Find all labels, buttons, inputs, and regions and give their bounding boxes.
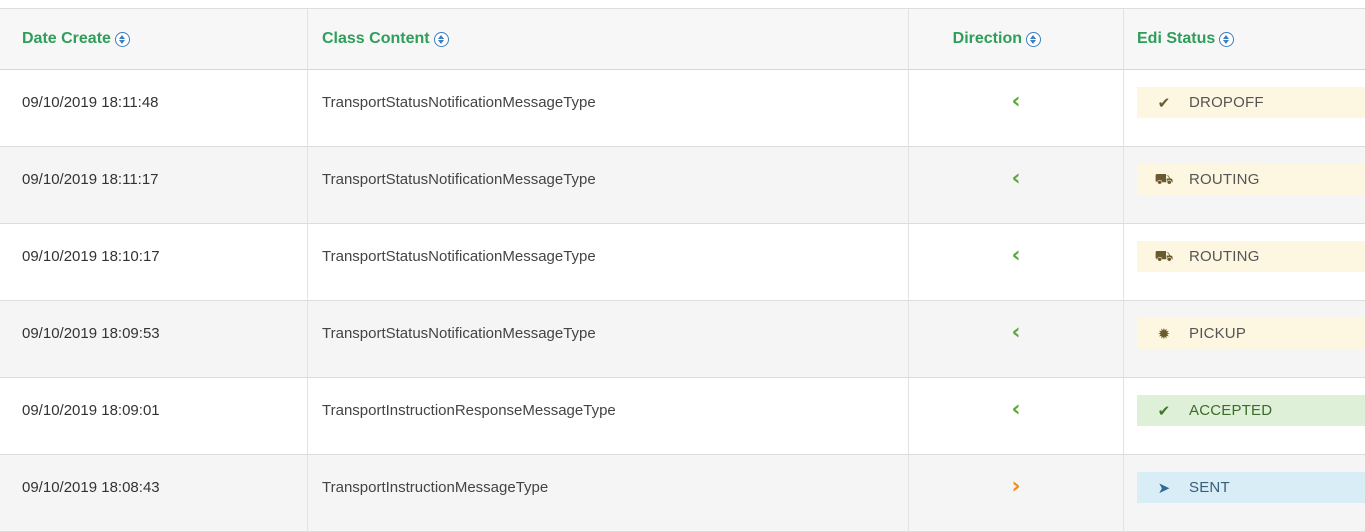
sort-icon[interactable] (114, 31, 130, 47)
incoming-arrow-icon: ‹ (1011, 397, 1021, 422)
status-badge: ✹ PICKUP (1137, 318, 1365, 349)
status-cell: ⛟ ROUTING (1124, 147, 1365, 223)
status-cell: ⛟ ROUTING (1124, 224, 1365, 300)
class-content-cell: TransportInstructionResponseMessageType (308, 378, 909, 454)
status-label: PICKUP (1189, 325, 1247, 342)
date-cell: 09/10/2019 18:11:17 (0, 147, 308, 223)
status-cell: ✹ PICKUP (1124, 301, 1365, 377)
status-label: DROPOFF (1189, 94, 1264, 111)
status-label: ACCEPTED (1189, 402, 1273, 419)
date-cell: 09/10/2019 18:09:53 (0, 301, 308, 377)
column-header-class-content[interactable]: Class Content (308, 9, 909, 69)
incoming-arrow-icon: ‹ (1011, 320, 1021, 345)
class-content-cell: TransportStatusNotificationMessageType (308, 301, 909, 377)
column-header-label: Edi Status (1137, 30, 1216, 47)
table-row[interactable]: 09/10/2019 18:08:43 TransportInstruction… (0, 455, 1365, 532)
truck-icon: ⛟ (1154, 169, 1174, 188)
status-cell: ✔ DROPOFF (1124, 70, 1365, 146)
date-cell: 09/10/2019 18:09:01 (0, 378, 308, 454)
edi-messages-table: Date Create Class Content Direction Edi … (0, 8, 1365, 532)
class-content-cell: TransportStatusNotificationMessageType (308, 147, 909, 223)
status-cell: ➤ SENT (1124, 455, 1365, 531)
table-header-row: Date Create Class Content Direction Edi … (0, 9, 1365, 70)
outgoing-arrow-icon: › (1011, 474, 1021, 499)
sort-icon[interactable] (1219, 31, 1235, 47)
column-header-edi-status[interactable]: Edi Status (1124, 9, 1365, 69)
column-header-direction[interactable]: Direction (909, 9, 1124, 69)
gear-icon: ✹ (1157, 324, 1171, 343)
class-content-cell: TransportStatusNotificationMessageType (308, 70, 909, 146)
table-row[interactable]: 09/10/2019 18:11:48 TransportStatusNotif… (0, 70, 1365, 147)
table-row[interactable]: 09/10/2019 18:10:17 TransportStatusNotif… (0, 224, 1365, 301)
date-cell: 09/10/2019 18:10:17 (0, 224, 308, 300)
check-icon: ✔ (1157, 401, 1171, 420)
incoming-arrow-icon: ‹ (1011, 166, 1021, 191)
status-badge: ✔ DROPOFF (1137, 87, 1365, 118)
status-label: ROUTING (1189, 171, 1260, 188)
direction-cell: ‹ (909, 147, 1124, 223)
date-cell: 09/10/2019 18:11:48 (0, 70, 308, 146)
send-icon: ➤ (1157, 478, 1171, 497)
truck-icon: ⛟ (1154, 246, 1174, 265)
column-header-date-create[interactable]: Date Create (0, 9, 308, 69)
direction-cell: ‹ (909, 301, 1124, 377)
status-label: SENT (1189, 479, 1230, 496)
class-content-cell: TransportStatusNotificationMessageType (308, 224, 909, 300)
column-header-label: Date Create (22, 30, 111, 47)
direction-cell: › (909, 455, 1124, 531)
table-row[interactable]: 09/10/2019 18:11:17 TransportStatusNotif… (0, 147, 1365, 224)
status-cell: ✔ ACCEPTED (1124, 378, 1365, 454)
incoming-arrow-icon: ‹ (1011, 243, 1021, 268)
status-badge: ⛟ ROUTING (1137, 164, 1365, 195)
direction-cell: ‹ (909, 70, 1124, 146)
incoming-arrow-icon: ‹ (1011, 89, 1021, 114)
direction-cell: ‹ (909, 378, 1124, 454)
column-header-label: Class Content (322, 30, 430, 47)
sort-icon[interactable] (1026, 31, 1041, 47)
direction-cell: ‹ (909, 224, 1124, 300)
class-content-cell: TransportInstructionMessageType (308, 455, 909, 531)
table-row[interactable]: 09/10/2019 18:09:53 TransportStatusNotif… (0, 301, 1365, 378)
column-header-label: Direction (952, 30, 1022, 47)
sort-icon[interactable] (433, 31, 449, 47)
status-badge: ➤ SENT (1137, 472, 1365, 503)
date-cell: 09/10/2019 18:08:43 (0, 455, 308, 531)
table-row[interactable]: 09/10/2019 18:09:01 TransportInstruction… (0, 378, 1365, 455)
status-badge: ⛟ ROUTING (1137, 241, 1365, 272)
status-badge: ✔ ACCEPTED (1137, 395, 1365, 426)
status-label: ROUTING (1189, 248, 1260, 265)
check-icon: ✔ (1157, 93, 1171, 112)
